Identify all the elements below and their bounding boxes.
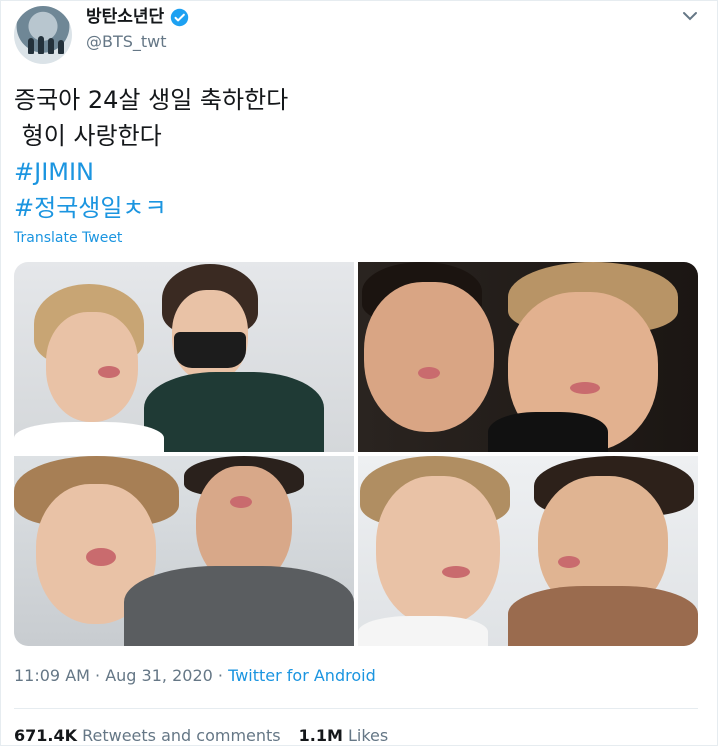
hashtag-link[interactable]: #정국생일ㅊㅋ: [14, 190, 288, 226]
avatar-figure: [28, 38, 34, 54]
shirt: [358, 616, 488, 646]
display-name[interactable]: 방탄소년단: [86, 6, 164, 28]
translate-tweet-link[interactable]: Translate Tweet: [14, 230, 122, 246]
meta-separator: ·: [217, 666, 229, 685]
avatar[interactable]: [14, 6, 72, 64]
lips: [418, 367, 440, 379]
shirt: [488, 412, 608, 452]
tweet-source-link[interactable]: Twitter for Android: [228, 666, 376, 685]
divider: [14, 708, 698, 709]
shirt: [508, 586, 698, 646]
photo-4[interactable]: [358, 456, 698, 646]
tweet-time[interactable]: 11:09 AM: [14, 666, 90, 685]
lips: [570, 382, 600, 394]
lips: [86, 548, 116, 566]
retweets-stat[interactable]: 671.4K Retweets and comments: [14, 726, 281, 745]
retweets-label: Retweets and comments: [82, 726, 281, 745]
tweet-text: 증국아 24살 생일 축하한다 형이 사랑한다 #JIMIN #정국생일ㅊㅋ: [14, 82, 288, 226]
face: [376, 476, 500, 626]
face-mask: [174, 332, 246, 368]
verified-badge-icon: [170, 8, 189, 26]
avatar-figure: [58, 40, 64, 54]
likes-label: Likes: [348, 726, 389, 745]
likes-count: 1.1M: [298, 726, 343, 745]
lips: [558, 556, 580, 568]
user-handle[interactable]: @BTS_twt: [86, 32, 167, 51]
tweet-meta: 11:09 AM · Aug 31, 2020 · Twitter for An…: [14, 666, 376, 685]
photo-grid: [14, 262, 698, 646]
avatar-figure: [38, 36, 44, 54]
avatar-figure: [48, 38, 54, 54]
tweet-text-line: 형이 사랑한다: [14, 122, 162, 150]
shirt: [14, 422, 164, 452]
tweet-date[interactable]: Aug 31, 2020: [105, 666, 213, 685]
chevron-down-icon[interactable]: [682, 10, 698, 22]
photo-1[interactable]: [14, 262, 354, 452]
tweet-author[interactable]: 방탄소년단: [86, 6, 189, 28]
hashtag-link[interactable]: #JIMIN: [14, 154, 288, 190]
lips: [230, 496, 252, 508]
face: [46, 312, 138, 422]
lips: [442, 566, 470, 578]
photo-2[interactable]: [358, 262, 698, 452]
face: [364, 282, 494, 432]
lips: [98, 366, 120, 378]
shirt: [144, 372, 324, 452]
tweet-text-line: 증국아 24살 생일 축하한다: [14, 86, 289, 114]
tweet-stats: 671.4K Retweets and comments 1.1M Likes: [14, 726, 388, 745]
shirt: [124, 566, 354, 646]
meta-separator: ·: [95, 666, 106, 685]
likes-stat[interactable]: 1.1M Likes: [299, 726, 389, 745]
retweets-count: 671.4K: [14, 726, 78, 745]
photo-3[interactable]: [14, 456, 354, 646]
